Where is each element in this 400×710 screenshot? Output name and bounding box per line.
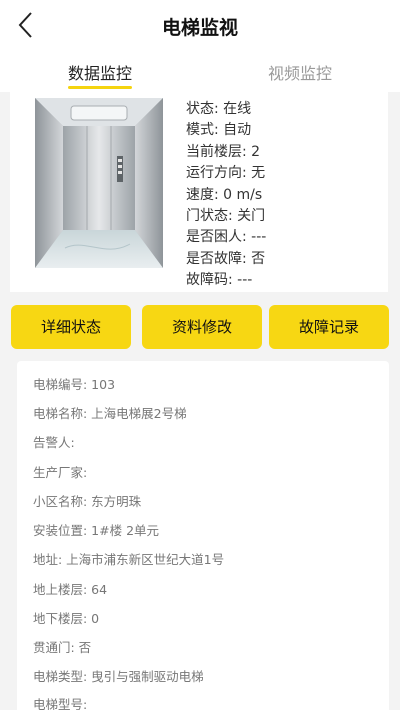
status-speed: 速度: 0 m/s xyxy=(186,186,263,203)
detail-elevator-number: 电梯编号: 103 xyxy=(33,377,116,392)
elevator-detail-card: 电梯编号: 103 电梯名称: 上海电梯展2号梯 告警人: 生产厂家: 小区名称… xyxy=(17,361,389,710)
detail-alarm-person: 告警人: xyxy=(33,435,75,450)
tab-video-monitor[interactable]: 视频监控 xyxy=(200,60,400,84)
status-direction: 运行方向: 无 xyxy=(186,165,266,182)
detail-status-button[interactable]: 详细状态 xyxy=(11,305,131,349)
elevator-status-card: 状态: 在线 模式: 自动 当前楼层: 2 运行方向: 无 速度: 0 m/s … xyxy=(10,92,388,292)
detail-through-door: 贯通门: 否 xyxy=(33,640,92,655)
fault-record-button[interactable]: 故障记录 xyxy=(269,305,389,349)
detail-manufacturer: 生产厂家: xyxy=(33,465,88,480)
detail-elevator-type: 电梯类型: 曳引与强制驱动电梯 xyxy=(33,669,204,684)
detail-address: 地址: 上海市浦东新区世纪大道1号 xyxy=(33,552,225,567)
status-current-floor: 当前楼层: 2 xyxy=(186,143,261,160)
tab-bar: 数据监控 视频监控 xyxy=(0,50,400,92)
status-online: 状态: 在线 xyxy=(186,101,252,117)
status-fault-code: 故障码: --- xyxy=(186,272,253,289)
detail-elevator-model: 电梯型号: xyxy=(33,697,88,710)
active-tab-indicator xyxy=(68,86,132,89)
status-fault: 是否故障: 否 xyxy=(186,250,266,267)
detail-elevator-name: 电梯名称: 上海电梯展2号梯 xyxy=(33,406,187,421)
detail-floors-above: 地上楼层: 64 xyxy=(33,582,108,597)
status-mode: 模式: 自动 xyxy=(186,122,252,139)
status-list: 状态: 在线 模式: 自动 当前楼层: 2 运行方向: 无 速度: 0 m/s … xyxy=(186,99,266,292)
page-title: 电梯监视 xyxy=(161,17,238,39)
detail-floors-below: 地下楼层: 0 xyxy=(33,611,100,626)
edit-info-button[interactable]: 资料修改 xyxy=(142,305,262,349)
detail-install-location: 安装位置: 1#楼 2单元 xyxy=(33,523,160,538)
status-trapped: 是否困人: --- xyxy=(186,229,267,246)
header-bar: 电梯监视 xyxy=(0,0,400,50)
detail-community-name: 小区名称: 东方明珠 xyxy=(33,494,142,509)
elevator-cabin-image xyxy=(35,98,163,268)
tab-data-monitor[interactable]: 数据监控 xyxy=(0,60,200,84)
status-door: 门状态: 关门 xyxy=(186,208,266,225)
